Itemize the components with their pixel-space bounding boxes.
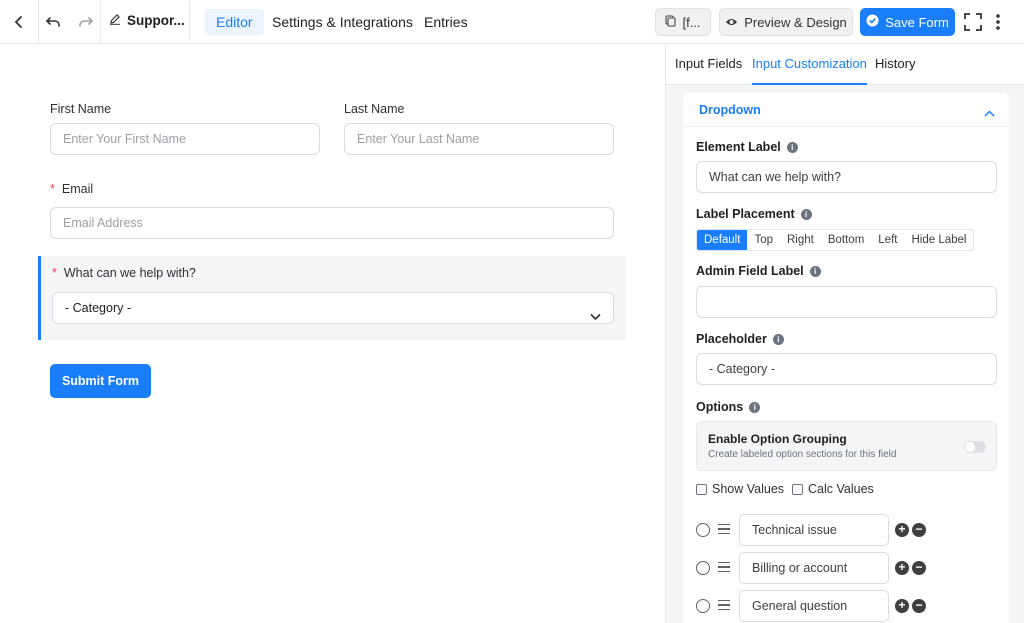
category-select[interactable]: - Category - [52,292,614,324]
info-icon: i [800,208,812,220]
email-label-text: Email [61,182,94,196]
shortcode-button[interactable]: [f... [655,8,711,36]
info-icon: i [749,401,761,413]
email-input[interactable]: Email Address [50,207,614,239]
options-heading: Options i [696,400,761,414]
placement-bottom[interactable]: Bottom [821,230,871,250]
top-toolbar: Suppor... Editor Settings & Integrations… [0,0,1024,44]
form-canvas: First Name Enter Your First Name Last Na… [0,45,665,623]
shortcode-label: [f... [682,14,701,30]
chevron-left-icon[interactable] [8,12,30,32]
drag-handle-icon[interactable] [718,524,730,534]
option-label-input[interactable]: General question [739,590,889,622]
add-option-icon[interactable]: + [895,561,909,575]
remove-option-icon[interactable]: − [912,523,926,537]
admin-field-label-heading: Admin Field Label i [696,264,821,278]
placement-right[interactable]: Right [780,230,821,250]
fullscreen-icon[interactable] [962,11,984,33]
drag-handle-icon[interactable] [718,600,730,610]
submit-form-button[interactable]: Submit Form [50,364,151,398]
option-grouping-desc: Create labeled option sections for this … [708,449,897,460]
label-placement-heading: Label Placement i [696,207,812,221]
preview-design-button[interactable]: Preview & Design [719,8,853,36]
category-select-value: - Category - [65,301,131,315]
chevron-down-icon [590,302,601,332]
section-title: Dropdown [699,103,761,117]
first-name-label: First Name [50,102,112,116]
dropdown-field-selected[interactable]: * What can we help with? - Category - [38,256,626,340]
tab-input-customization[interactable]: Input Customization [752,45,867,85]
last-name-input[interactable]: Enter Your Last Name [344,123,614,155]
option-grouping-box: Enable Option Grouping Create labeled op… [696,421,997,471]
info-icon: i [809,265,821,277]
dropdown-label-text: What can we help with? [63,266,196,280]
checkbox-icon [792,483,803,495]
option-label-input[interactable]: Billing or account [739,552,889,584]
dropdown-label: * What can we help with? [52,266,196,280]
show-values-checkbox[interactable]: Show Values [696,482,784,496]
tab-input-fields[interactable]: Input Fields [675,45,742,85]
placement-left[interactable]: Left [871,230,904,250]
email-label: * Email [50,182,93,196]
copy-icon [665,14,677,30]
required-asterisk: * [50,182,55,196]
remove-option-icon[interactable]: − [912,599,926,613]
more-vertical-icon[interactable] [990,11,1006,33]
info-icon: i [786,141,798,153]
default-radio[interactable] [696,599,710,613]
element-label-input[interactable]: What can we help with? [696,161,997,193]
placeholder-heading: Placeholder i [696,332,784,346]
first-name-input[interactable]: Enter Your First Name [50,123,320,155]
undo-icon[interactable] [42,12,64,32]
last-name-label: Last Name [344,102,405,116]
checkbox-icon [696,483,707,495]
tab-editor[interactable]: Editor [205,9,264,35]
drag-handle-icon[interactable] [718,562,730,572]
option-row: General question + − [696,590,936,622]
check-circle-icon [866,14,879,30]
label-placement-segmented: Default Top Right Bottom Left Hide Label [696,229,975,251]
dropdown-settings-card: Dropdown Element Label i What can we help… [683,93,1009,623]
form-title-text: Suppor... [127,13,185,28]
eye-icon [725,15,738,30]
add-option-icon[interactable]: + [895,599,909,613]
tab-entries[interactable]: Entries [413,9,479,35]
option-row: Technical issue + − [696,514,936,546]
tab-settings-integrations[interactable]: Settings & Integrations [261,9,424,35]
redo-icon[interactable] [75,12,97,32]
default-radio[interactable] [696,561,710,575]
placement-default[interactable]: Default [697,230,748,250]
option-row: Billing or account + − [696,552,936,584]
settings-panel: Input Fields Input Customization History… [665,45,1024,623]
form-title[interactable]: Suppor... [109,13,185,28]
option-grouping-toggle[interactable] [964,441,986,453]
section-header[interactable]: Dropdown [683,93,1009,127]
edit-pencil-icon [109,13,121,28]
option-label-input[interactable]: Technical issue [739,514,889,546]
element-label-heading: Element Label i [696,140,798,154]
preview-label: Preview & Design [744,14,847,30]
required-asterisk: * [52,266,57,280]
remove-option-icon[interactable]: − [912,561,926,575]
placement-top[interactable]: Top [747,230,780,250]
save-label: Save Form [885,14,949,30]
chevron-up-icon [984,105,995,120]
admin-field-label-input[interactable] [696,286,997,318]
add-option-icon[interactable]: + [895,523,909,537]
option-grouping-title: Enable Option Grouping [708,432,847,446]
panel-tabs: Input Fields Input Customization History [666,45,1024,85]
info-icon: i [772,333,784,345]
default-radio[interactable] [696,523,710,537]
tab-history[interactable]: History [875,45,915,85]
calc-values-checkbox[interactable]: Calc Values [792,482,874,496]
save-form-button[interactable]: Save Form [860,8,955,36]
placement-hide-label[interactable]: Hide Label [904,230,973,250]
placeholder-input[interactable]: - Category - [696,353,997,385]
